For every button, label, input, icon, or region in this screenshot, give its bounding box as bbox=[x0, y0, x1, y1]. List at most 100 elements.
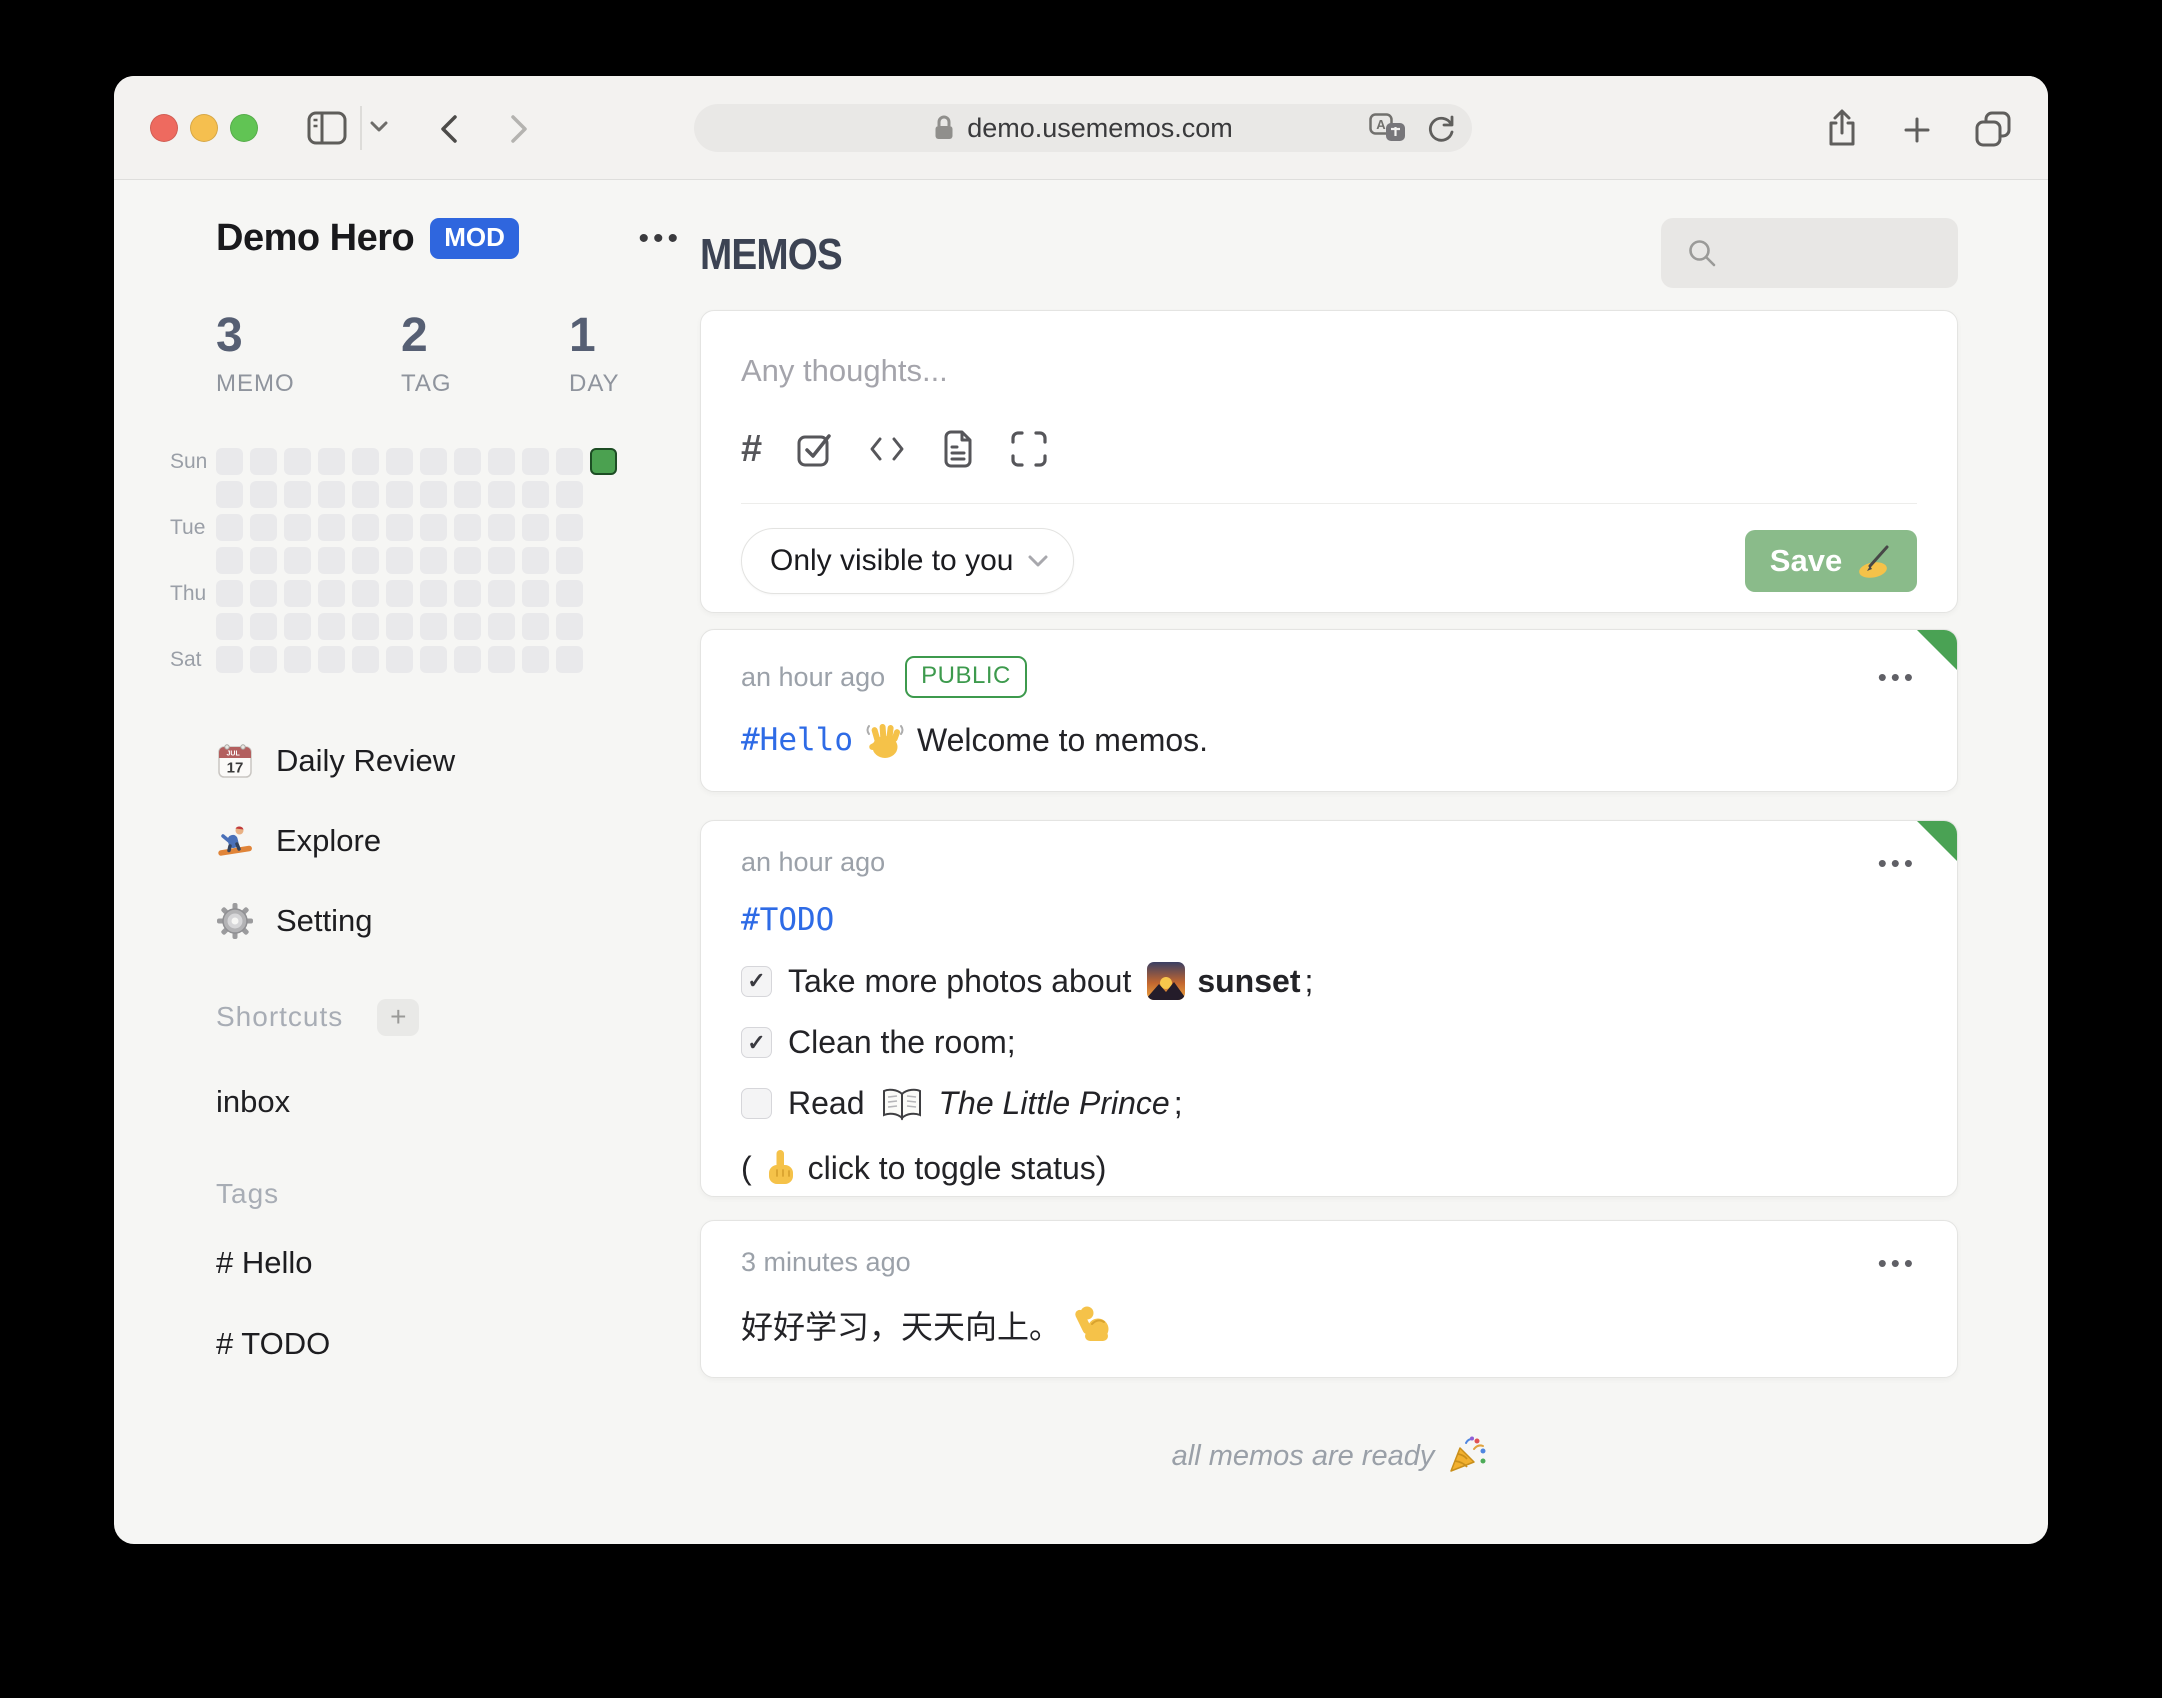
sunset-emoji-icon bbox=[1147, 962, 1186, 1000]
hashtag-icon[interactable]: # bbox=[741, 429, 762, 469]
visibility-select[interactable]: Only visible to you bbox=[741, 528, 1075, 594]
sidebar-item-setting[interactable]: Setting bbox=[216, 881, 646, 961]
calendar-cell bbox=[454, 580, 481, 607]
task-row: ✓ Clean the room; bbox=[741, 1024, 1917, 1061]
task-row: ✓ Take more photos about sunset ; bbox=[741, 962, 1917, 1000]
memo-card: 3 minutes ago ••• 好好学习，天天向上。 bbox=[700, 1220, 1958, 1378]
tab-overview-icon[interactable] bbox=[1974, 110, 2012, 148]
task-text: Read bbox=[788, 1085, 865, 1121]
sidebar: Demo Hero MOD ••• 3 MEMO 2 TAG 1 DAY Sun… bbox=[170, 180, 678, 1544]
shortcut-item-inbox[interactable]: inbox bbox=[216, 1083, 290, 1121]
calendar-cell bbox=[250, 514, 277, 541]
memo-header: an hour ago PUBLIC ••• bbox=[741, 656, 1917, 698]
svg-text:JUL: JUL bbox=[227, 751, 241, 758]
calendar-cell bbox=[318, 547, 345, 574]
calendar-cell bbox=[284, 547, 311, 574]
visibility-value: Only visible to you bbox=[770, 544, 1014, 577]
task-checkbox[interactable]: ✓ bbox=[741, 965, 772, 997]
calendar-emoji-icon: JUL 17 bbox=[216, 742, 254, 780]
memo-content: #Hello Welcome to memos. bbox=[741, 720, 1917, 760]
calendar-cell bbox=[556, 514, 583, 541]
calendar-cell bbox=[522, 481, 549, 508]
translate-icon[interactable]: A bbox=[1369, 113, 1407, 143]
sidebar-item-daily-review[interactable]: JUL 17 Daily Review bbox=[216, 721, 646, 801]
forward-icon[interactable] bbox=[506, 114, 532, 144]
task-checkbox[interactable]: ✓ bbox=[741, 1088, 772, 1119]
calendar-cell bbox=[284, 580, 311, 607]
tags-header: Tags bbox=[216, 1175, 279, 1213]
tag-item-hello[interactable]: # Hello bbox=[216, 1244, 313, 1282]
writing-hand-icon bbox=[1859, 545, 1889, 578]
memo-more-icon[interactable]: ••• bbox=[1878, 664, 1917, 690]
hint-text: click to toggle status) bbox=[807, 1149, 1107, 1186]
code-icon[interactable] bbox=[868, 429, 906, 469]
calendar-cell bbox=[318, 481, 345, 508]
calendar-day-label: Sat bbox=[170, 648, 202, 671]
new-tab-icon[interactable] bbox=[1903, 116, 1931, 144]
calendar-cell bbox=[386, 547, 413, 574]
close-window-button[interactable] bbox=[150, 114, 178, 142]
calendar-cell bbox=[556, 481, 583, 508]
fullscreen-icon[interactable] bbox=[1010, 429, 1048, 469]
calendar-cell bbox=[352, 646, 379, 673]
memo-tag[interactable]: #TODO bbox=[741, 902, 834, 938]
template-icon[interactable] bbox=[940, 429, 976, 469]
memo-more-icon[interactable]: ••• bbox=[1878, 850, 1917, 876]
calendar-cell bbox=[522, 580, 549, 607]
sidebar-menu-chevron-icon[interactable] bbox=[369, 120, 389, 134]
calendar-cell bbox=[556, 547, 583, 574]
calendar-cell bbox=[284, 613, 311, 640]
chevron-down-icon bbox=[1028, 555, 1048, 567]
search-input[interactable] bbox=[1731, 237, 1941, 269]
memo-tag[interactable]: #Hello bbox=[741, 722, 853, 758]
save-button[interactable]: Save bbox=[1745, 530, 1917, 592]
memo-timestamp: an hour ago bbox=[741, 661, 886, 692]
calendar-cell bbox=[216, 580, 243, 607]
calendar-cell bbox=[420, 646, 447, 673]
calendar-cell bbox=[522, 448, 549, 475]
pointing-up-emoji-icon bbox=[762, 1148, 798, 1188]
public-ribbon bbox=[1917, 821, 1957, 861]
calendar-cell bbox=[556, 613, 583, 640]
stat-day: 1 DAY bbox=[569, 310, 620, 398]
zoom-window-button[interactable] bbox=[230, 114, 258, 142]
sidebar-item-explore[interactable]: Explore bbox=[216, 801, 646, 881]
back-icon[interactable] bbox=[436, 114, 462, 144]
tag-item-todo[interactable]: # TODO bbox=[216, 1325, 330, 1363]
memo-header: an hour ago ••• bbox=[741, 847, 1917, 878]
calendar-cell bbox=[522, 613, 549, 640]
main-content: MEMOS # bbox=[700, 180, 1958, 1544]
share-icon[interactable] bbox=[1826, 108, 1858, 148]
sidebar-toggle-icon[interactable] bbox=[307, 111, 347, 145]
calendar-cell bbox=[284, 646, 311, 673]
task-checkbox[interactable]: ✓ bbox=[741, 1027, 772, 1058]
calendar-cell bbox=[454, 514, 481, 541]
reload-icon[interactable] bbox=[1427, 115, 1455, 143]
memo-input[interactable] bbox=[741, 353, 1917, 393]
list-footer: all memos are ready bbox=[700, 1436, 1958, 1476]
traffic-lights bbox=[150, 114, 258, 142]
sidebar-more-icon[interactable]: ••• bbox=[638, 223, 682, 254]
calendar-cell bbox=[352, 547, 379, 574]
user-banner[interactable]: Demo Hero MOD ••• bbox=[216, 217, 678, 260]
memo-more-icon[interactable]: ••• bbox=[1878, 1250, 1917, 1276]
stat-memo: 3 MEMO bbox=[216, 310, 401, 398]
stat-memo-label: MEMO bbox=[216, 370, 295, 397]
composer-toolbar: # bbox=[741, 429, 1917, 469]
checkbox-icon[interactable] bbox=[796, 429, 834, 469]
public-ribbon bbox=[1917, 630, 1957, 670]
calendar-cell bbox=[250, 613, 277, 640]
address-bar[interactable]: demo.usememos.com A bbox=[694, 104, 1472, 152]
shortcuts-header: Shortcuts + bbox=[216, 998, 420, 1036]
waving-hand-icon bbox=[865, 720, 905, 760]
minimize-window-button[interactable] bbox=[190, 114, 218, 142]
add-shortcut-button[interactable]: + bbox=[377, 998, 420, 1036]
calendar-day-label: Tue bbox=[170, 516, 206, 539]
open-book-emoji-icon bbox=[881, 1087, 923, 1121]
task-row: ✓ Read The Little Prince ; bbox=[741, 1085, 1917, 1122]
calendar-cell bbox=[318, 448, 345, 475]
tags-title: Tags bbox=[216, 1178, 280, 1209]
calendar-cell bbox=[386, 448, 413, 475]
activity-heatmap bbox=[216, 448, 617, 673]
search-box[interactable] bbox=[1661, 218, 1958, 288]
